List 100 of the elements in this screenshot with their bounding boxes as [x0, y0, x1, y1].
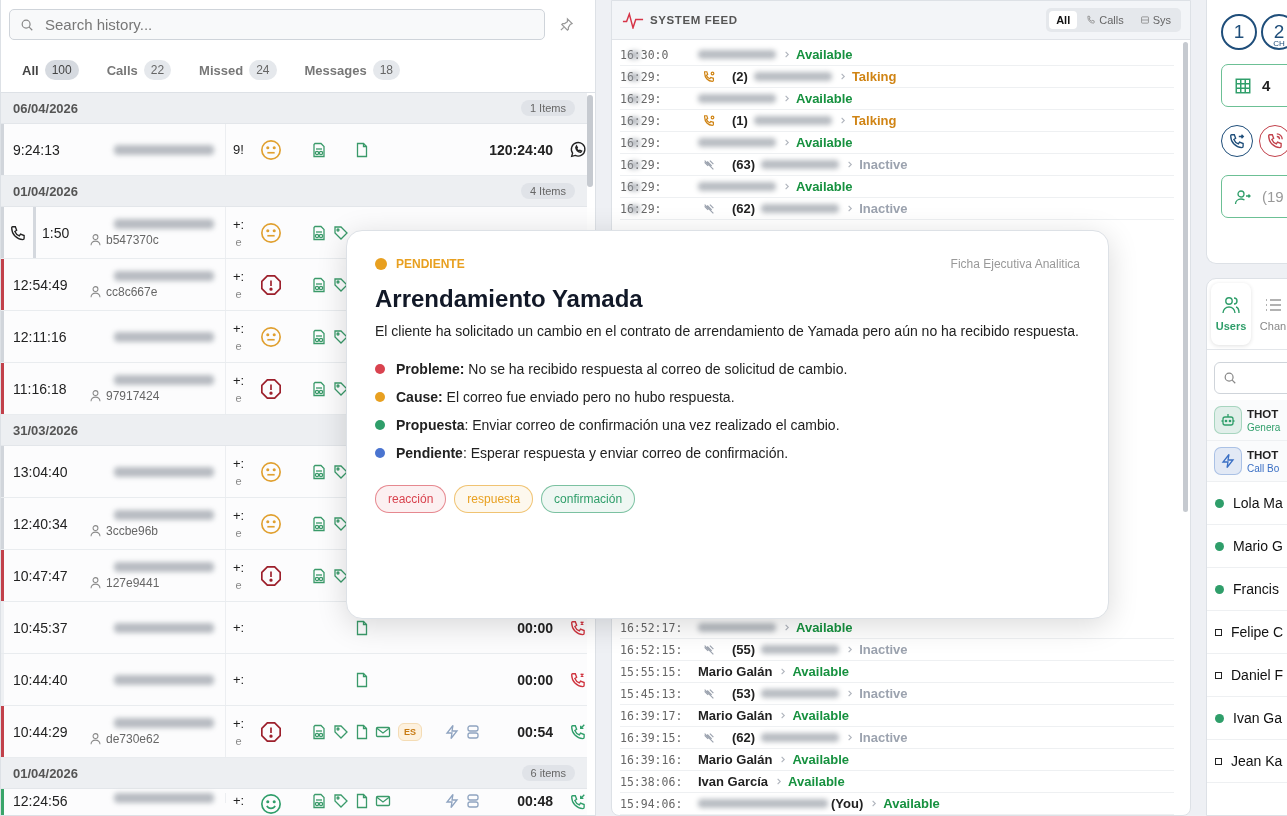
column-3-text: +: — [232, 269, 245, 284]
user-name[interactable]: Mario G — [1233, 538, 1283, 554]
column-3-text: +: — [232, 373, 245, 388]
event-time: 16:52:17: — [620, 620, 684, 635]
history-row[interactable]: 9:24:13 9! 120:24:40 — [1, 124, 587, 176]
event-time: 15:45:13: — [620, 686, 684, 701]
event-count: (62) — [732, 201, 756, 216]
chat-phone-icon — [569, 140, 587, 159]
event-time: 16:52:15: — [620, 642, 684, 657]
source-label: Ficha Ejecutiva Analitica — [950, 257, 1080, 271]
group-date: 06/04/2026 — [13, 100, 79, 116]
call-time: 12:11:16 — [13, 328, 67, 345]
call-time: 12:54:49 — [13, 276, 68, 293]
user-name[interactable]: Daniel F — [1231, 667, 1284, 683]
user-name[interactable]: Francis — [1233, 581, 1279, 597]
feed-filter-tab[interactable]: All — [1049, 11, 1078, 29]
event-time: 16:29: — [620, 113, 663, 128]
queue-count: 4 — [1262, 77, 1271, 94]
status-label: Available — [796, 91, 853, 106]
chevron-icon — [783, 182, 790, 191]
filter-tab[interactable]: Calls 22 — [106, 58, 172, 82]
phone-forward-icon — [1228, 132, 1246, 150]
call-time: 10:47:47 — [13, 567, 68, 584]
server-icon — [1139, 15, 1150, 25]
user-name[interactable]: Lola Ma — [1233, 495, 1283, 511]
call-duration: 120:24:40 — [489, 141, 553, 158]
call-time: 13:04:40 — [13, 463, 68, 480]
user-search-field[interactable] — [1214, 362, 1287, 394]
report-icon — [311, 276, 327, 293]
agent-id: 97917424 — [106, 388, 160, 403]
filter-tab[interactable]: Messages 18 — [304, 58, 401, 82]
report-icon — [311, 567, 327, 584]
chevron-icon — [838, 116, 846, 125]
pulse-icon — [622, 11, 644, 29]
ringing-call-button[interactable] — [1259, 125, 1287, 157]
signal-off-icon — [702, 642, 716, 657]
history-row[interactable]: 10:44:40 +: 00:00 — [1, 654, 587, 706]
signal-off-icon — [702, 730, 716, 745]
smile-face-icon — [260, 793, 282, 815]
user-icon — [89, 576, 102, 589]
phone-icon[interactable] — [9, 223, 27, 242]
list-icon — [1263, 296, 1283, 314]
signal-off-icon — [702, 201, 716, 216]
group-date: 01/04/2026 — [13, 765, 79, 781]
bolt-icon — [1220, 453, 1236, 469]
transfer-call-button[interactable] — [1221, 125, 1253, 157]
status-label: Available — [788, 774, 845, 789]
keyword-tag: confirmación — [541, 485, 636, 513]
pin-icon[interactable] — [559, 17, 574, 32]
column-3-subtext: e — [235, 236, 242, 248]
users-tab[interactable]: Chan — [1253, 283, 1287, 345]
call-duration: 00:00 — [517, 671, 553, 688]
queue-box[interactable]: 4 — [1221, 64, 1287, 107]
call-time: 10:45:37 — [13, 619, 68, 636]
event-time: 16:29: — [620, 135, 663, 150]
column-3-text: +: — [232, 793, 245, 808]
status-label: Talking — [851, 113, 897, 128]
agent-id: 3ccbe96b — [106, 523, 159, 538]
report-icon — [311, 515, 327, 532]
feed-filter-tab[interactable]: Calls — [1079, 11, 1131, 29]
line-counter[interactable]: 2 CH — [1261, 14, 1287, 50]
feed-filter-tab[interactable]: Sys — [1132, 11, 1178, 29]
scrollbar[interactable] — [1183, 42, 1188, 512]
user-icon — [89, 524, 102, 537]
search-field[interactable]: Search history... — [9, 9, 545, 40]
event-count: (55) — [732, 642, 756, 657]
scrollbar[interactable] — [587, 95, 593, 187]
user-name[interactable]: Ivan Ga — [1233, 710, 1283, 726]
column-3-subtext: e — [235, 579, 242, 591]
item-count-badge: 1 Items — [520, 100, 575, 116]
bot-row[interactable]: THOT Call Bo — [1207, 441, 1287, 482]
chevron-icon — [846, 645, 854, 654]
search-icon — [20, 18, 34, 32]
phone-ringing-icon — [1266, 132, 1284, 150]
signal-off-icon — [702, 157, 716, 172]
report-icon — [311, 723, 327, 740]
db-icon — [465, 793, 481, 809]
summary-point: Propuesta: Enviar correo de confirmación una vez realizado el cambio. — [396, 417, 840, 433]
line-counter[interactable]: 1 — [1221, 14, 1257, 50]
event-count: (53) — [732, 686, 756, 701]
column-3-text: +: — [232, 321, 245, 336]
group-date: 01/04/2026 — [13, 183, 79, 199]
history-row[interactable]: 10:44:29 de730e62 +: e ES 00:54 — [1, 706, 587, 758]
user-name[interactable]: Jean Ka — [1231, 753, 1283, 769]
bot-row[interactable]: THOT Genera — [1207, 400, 1287, 441]
tag-icon — [333, 328, 349, 345]
neutral-face-icon — [260, 325, 282, 348]
history-row[interactable]: 12:24:56 +: 00:48 — [1, 789, 587, 815]
user-name[interactable]: Felipe C — [1231, 624, 1284, 640]
neutral-face-icon — [260, 221, 282, 244]
event-count: (2) — [732, 69, 748, 84]
report-icon — [311, 380, 327, 397]
bot-role: Call Bo — [1247, 462, 1280, 474]
event-time: 16:29: — [620, 179, 663, 194]
event-time: 15:55:15: — [620, 664, 684, 679]
column-3-subtext: e — [235, 340, 242, 352]
filter-tab[interactable]: Missed 24 — [199, 58, 277, 82]
you-label: (You) — [831, 796, 864, 811]
neutral-face-icon — [260, 138, 282, 161]
call-time: 11:16:18 — [13, 380, 67, 397]
